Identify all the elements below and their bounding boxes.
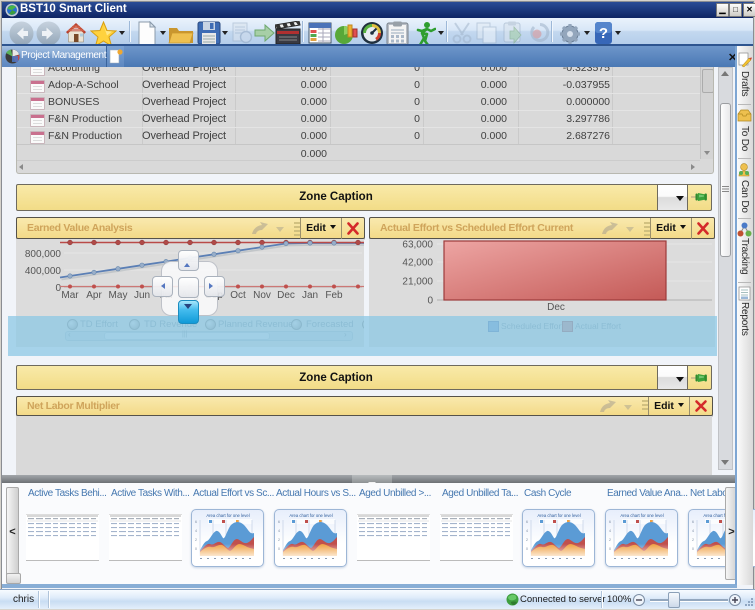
- svg-text:Dec: Dec: [547, 302, 565, 313]
- svg-text:Area chart for one level: Area chart for one level: [537, 513, 580, 518]
- svg-text:Nov: Nov: [253, 290, 271, 301]
- svg-text:2: 2: [692, 538, 694, 542]
- svg-text:May: May: [109, 290, 128, 301]
- svg-text:4: 4: [195, 529, 197, 533]
- svg-text:Jun: Jun: [134, 290, 150, 301]
- svg-text:Area chart for one level: Area chart for one level: [289, 513, 332, 518]
- svg-text:?: ?: [599, 25, 608, 42]
- svg-text:Area chart for one level: Area chart for one level: [206, 513, 249, 518]
- svg-text:6: 6: [609, 520, 611, 524]
- svg-text:4: 4: [278, 529, 280, 533]
- svg-text:0: 0: [692, 547, 694, 551]
- svg-text:400,000: 400,000: [25, 266, 62, 277]
- svg-text:2: 2: [195, 538, 197, 542]
- svg-text:Jan: Jan: [302, 290, 318, 301]
- svg-text:63,000: 63,000: [402, 240, 433, 251]
- svg-text:4: 4: [692, 529, 694, 533]
- svg-text:0: 0: [609, 547, 611, 551]
- svg-text:Mar: Mar: [61, 290, 79, 301]
- svg-text:6: 6: [526, 520, 528, 524]
- svg-text:Oct: Oct: [230, 290, 246, 301]
- svg-text:6: 6: [692, 520, 694, 524]
- svg-text:Dec: Dec: [277, 290, 295, 301]
- svg-text:0: 0: [427, 296, 433, 307]
- svg-text:4: 4: [609, 529, 611, 533]
- svg-text:0: 0: [195, 547, 197, 551]
- svg-text:2: 2: [609, 538, 611, 542]
- svg-text:6: 6: [278, 520, 280, 524]
- svg-text:Apr: Apr: [86, 290, 102, 301]
- svg-text:Area chart for one level: Area chart for one level: [620, 513, 663, 518]
- svg-text:2: 2: [278, 538, 280, 542]
- svg-text:800,000: 800,000: [25, 249, 62, 260]
- svg-text:4: 4: [526, 529, 528, 533]
- svg-text:0: 0: [526, 547, 528, 551]
- svg-text:Feb: Feb: [325, 290, 343, 301]
- svg-text:2: 2: [526, 538, 528, 542]
- svg-text:0: 0: [278, 547, 280, 551]
- svg-text:42,000: 42,000: [402, 258, 433, 269]
- svg-text:6: 6: [195, 520, 197, 524]
- svg-text:21,000: 21,000: [402, 277, 433, 288]
